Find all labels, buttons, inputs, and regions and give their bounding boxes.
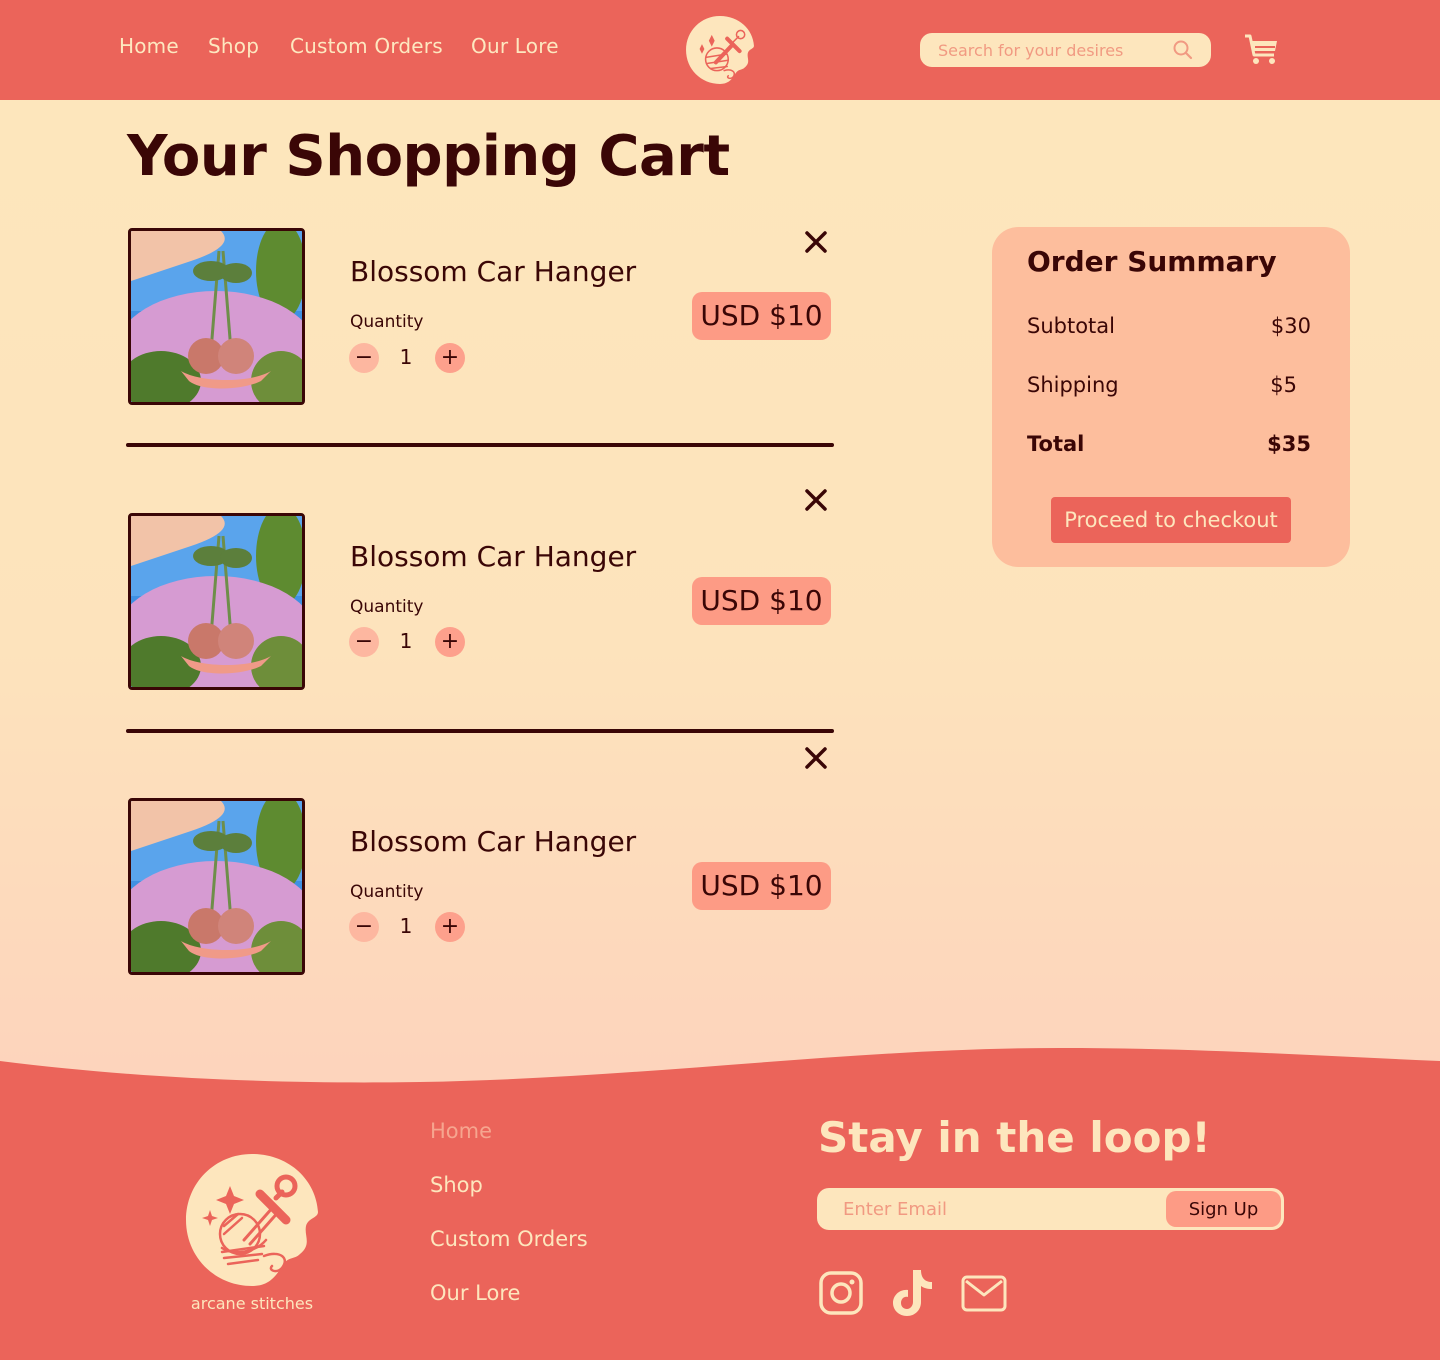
search-bar — [920, 33, 1211, 67]
brand-name: arcane stitches — [190, 1294, 314, 1313]
subtotal-label: Subtotal — [1027, 314, 1115, 338]
cart-item: Blossom Car Hanger Quantity − 1 + USD $1… — [126, 744, 834, 975]
decrement-button[interactable]: − — [349, 627, 379, 657]
decrement-button[interactable]: − — [349, 912, 379, 942]
remove-item-icon[interactable] — [802, 228, 830, 256]
item-name: Blossom Car Hanger — [350, 255, 637, 288]
shipping-label: Shipping — [1027, 373, 1119, 397]
total-label: Total — [1027, 432, 1085, 456]
increment-button[interactable]: + — [435, 627, 465, 657]
cart-item: Blossom Car Hanger Quantity − 1 + USD $1… — [126, 486, 834, 716]
footer-brand-block: arcane stitches — [157, 1124, 347, 1319]
order-summary: Order Summary Subtotal $30 Shipping $5 T… — [992, 227, 1350, 567]
price-badge: USD $10 — [692, 862, 831, 910]
yarn-dagger-logo-icon[interactable] — [685, 15, 755, 85]
item-name: Blossom Car Hanger — [350, 540, 637, 573]
quantity-value: 1 — [399, 345, 413, 369]
footer-link-shop[interactable]: Shop — [430, 1173, 483, 1197]
newsletter-title: Stay in the loop! — [818, 1113, 1211, 1162]
nav-shop[interactable]: Shop — [208, 34, 259, 58]
footer-link-home[interactable]: Home — [430, 1119, 492, 1143]
price-badge: USD $10 — [692, 292, 831, 340]
product-photo — [131, 801, 302, 972]
product-photo — [131, 516, 302, 687]
summary-title: Order Summary — [1027, 245, 1277, 278]
cart-item: Blossom Car Hanger Quantity − 1 + USD $1… — [126, 228, 834, 458]
footer-link-our-lore[interactable]: Our Lore — [430, 1281, 520, 1305]
checkout-button[interactable]: Proceed to checkout — [1051, 497, 1291, 543]
quantity-label: Quantity — [350, 882, 424, 902]
mail-icon[interactable] — [961, 1275, 1007, 1313]
shipping-value: $5 — [1270, 373, 1297, 397]
quantity-label: Quantity — [350, 312, 424, 332]
search-input[interactable] — [938, 33, 1168, 67]
product-image[interactable] — [128, 798, 305, 975]
item-name: Blossom Car Hanger — [350, 825, 637, 858]
tiktok-icon[interactable] — [891, 1268, 935, 1318]
sign-up-button[interactable]: Sign Up — [1166, 1191, 1281, 1227]
nav-home[interactable]: Home — [119, 34, 179, 58]
nav-custom-orders[interactable]: Custom Orders — [290, 34, 443, 58]
page-title: Your Shopping Cart — [127, 124, 730, 189]
increment-button[interactable]: + — [435, 343, 465, 373]
subtotal-value: $30 — [1270, 314, 1311, 338]
price-badge: USD $10 — [692, 577, 831, 625]
nav-our-lore[interactable]: Our Lore — [471, 34, 559, 58]
item-divider — [126, 443, 834, 447]
product-photo — [131, 231, 302, 402]
quantity-value: 1 — [399, 914, 413, 938]
quantity-value: 1 — [399, 629, 413, 653]
site-header: Home Shop Custom Orders Our Lore — [0, 0, 1440, 100]
quantity-label: Quantity — [350, 597, 424, 617]
subtotal-row: Subtotal $30 — [1027, 314, 1311, 338]
total-value: $35 — [1267, 432, 1311, 456]
cart-icon[interactable] — [1243, 33, 1279, 65]
total-row: Total $35 — [1027, 432, 1311, 456]
shipping-row: Shipping $5 — [1027, 373, 1311, 397]
search-icon[interactable] — [1173, 40, 1193, 60]
yarn-dagger-logo-icon[interactable] — [184, 1152, 320, 1288]
footer-link-custom-orders[interactable]: Custom Orders — [430, 1227, 588, 1251]
newsletter-form: Sign Up — [817, 1188, 1284, 1230]
remove-item-icon[interactable] — [802, 744, 830, 772]
instagram-icon[interactable] — [819, 1270, 863, 1316]
increment-button[interactable]: + — [435, 912, 465, 942]
product-image[interactable] — [128, 513, 305, 690]
decrement-button[interactable]: − — [349, 343, 379, 373]
remove-item-icon[interactable] — [802, 486, 830, 514]
email-input[interactable] — [843, 1188, 1143, 1230]
item-divider — [126, 729, 834, 733]
product-image[interactable] — [128, 228, 305, 405]
